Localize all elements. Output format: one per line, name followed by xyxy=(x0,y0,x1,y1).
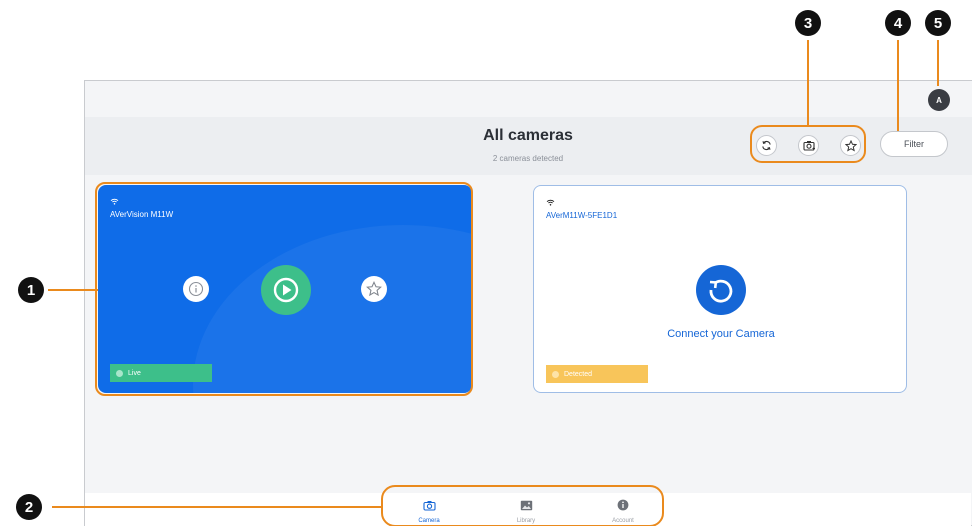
callout-badge-5: 5 xyxy=(925,10,951,36)
connect-camera-button[interactable] xyxy=(696,265,746,315)
camera-name: AVerM11W-5FE1D1 xyxy=(546,211,618,220)
callout-ring-1 xyxy=(95,182,473,396)
stage: A All cameras 2 cameras detected Filter … xyxy=(0,0,972,526)
callout-line-5 xyxy=(937,40,939,86)
callout-badge-1: 1 xyxy=(18,277,44,303)
callout-line-4 xyxy=(897,40,899,131)
account-avatar[interactable]: A xyxy=(928,89,950,111)
status-dot xyxy=(552,370,559,378)
callout-line-3 xyxy=(807,40,809,126)
connect-camera-label[interactable]: Connect your Camera xyxy=(534,328,906,340)
status-badge-detected: Detected xyxy=(546,365,648,383)
top-bar: A xyxy=(85,81,972,117)
callout-line-1 xyxy=(48,289,98,291)
filter-button[interactable]: Filter xyxy=(880,131,948,157)
callout-badge-4: 4 xyxy=(885,10,911,36)
callout-ring-3 xyxy=(750,125,866,163)
callout-ring-2 xyxy=(381,485,664,526)
callout-badge-2: 2 xyxy=(16,494,42,520)
status-label: Detected xyxy=(564,370,593,378)
reconnect-icon xyxy=(709,279,733,303)
camera-card-detected[interactable]: AVerM11W-5FE1D1 Connect your Camera Dete… xyxy=(533,185,907,393)
callout-line-2 xyxy=(52,506,383,508)
wifi-icon xyxy=(546,199,555,206)
callout-badge-3: 3 xyxy=(795,10,821,36)
